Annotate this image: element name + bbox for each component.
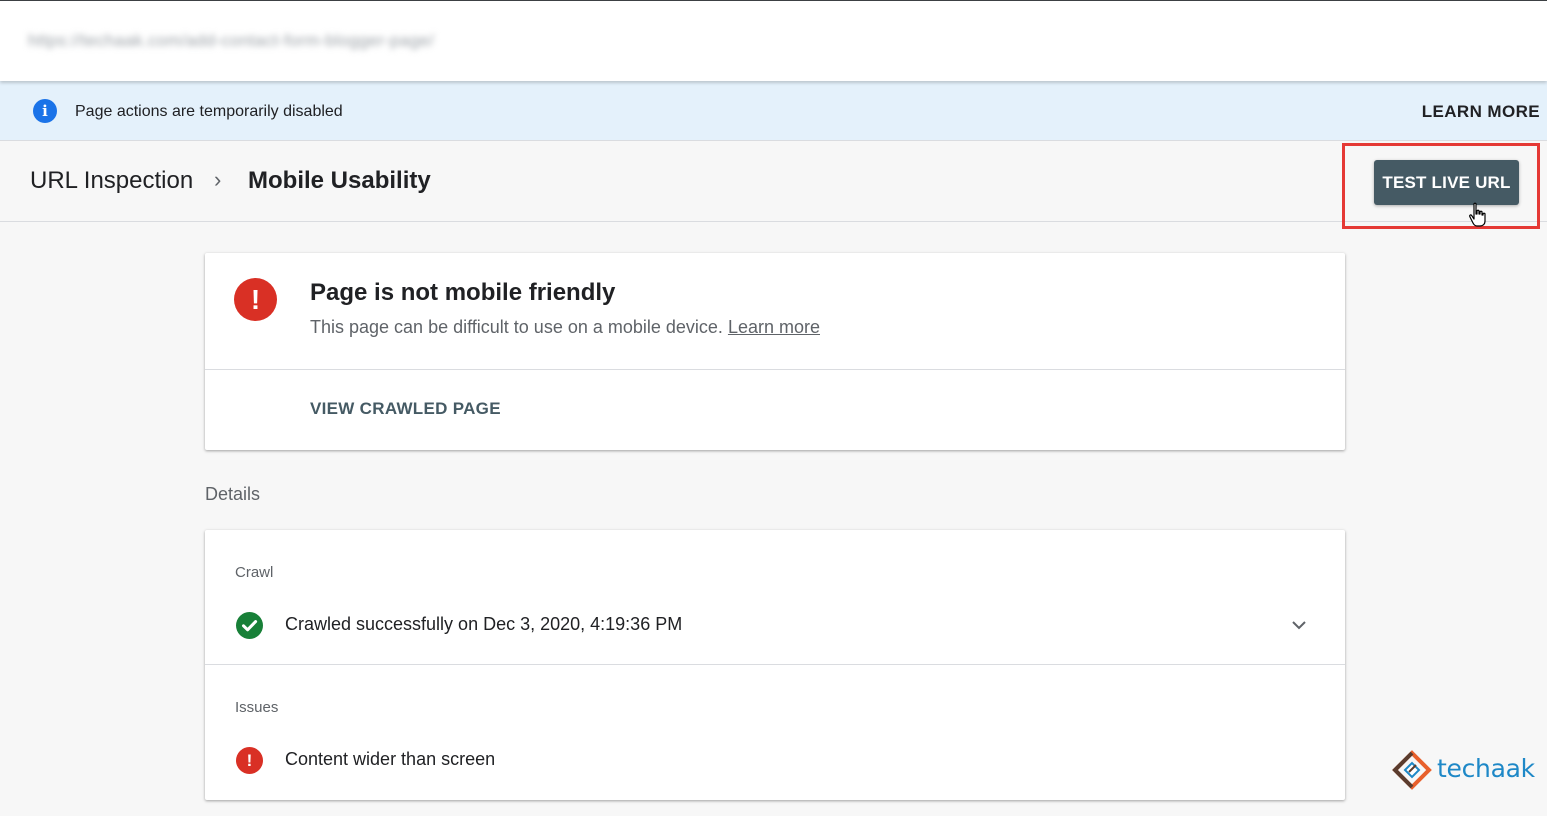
page-title: Mobile Usability — [248, 167, 431, 194]
status-subtitle-text: This page can be difficult to use on a m… — [310, 317, 723, 337]
techaak-logo: techaak — [1392, 748, 1535, 790]
chevron-down-icon[interactable] — [1289, 618, 1309, 632]
info-icon: i — [33, 99, 57, 123]
crawl-status-text: Crawled successfully on Dec 3, 2020, 4:1… — [285, 614, 683, 634]
inspected-url[interactable]: https://techaak.com/add-contact-form-blo… — [28, 31, 434, 51]
issue-item[interactable]: Content wider than screen — [285, 749, 495, 770]
status-title: Page is not mobile friendly — [310, 279, 616, 306]
details-heading: Details — [205, 484, 261, 504]
learn-more-button[interactable]: LEARN MORE — [1422, 102, 1540, 122]
mobile-friendly-status-card: ! Page is not mobile friendly This page … — [205, 253, 1345, 450]
card-divider — [205, 664, 1345, 665]
techaak-logo-mark-icon — [1392, 750, 1432, 790]
error-icon: ! — [236, 747, 263, 774]
hand-cursor-icon — [1469, 202, 1486, 227]
view-crawled-page-button[interactable]: VIEW CRAWLED PAGE — [310, 399, 501, 419]
chevron-right-icon: › — [214, 167, 222, 192]
crawl-label: Crawl — [235, 564, 274, 581]
url-bar[interactable]: https://techaak.com/add-contact-form-blo… — [0, 0, 1547, 81]
techaak-logo-text: techaak — [1437, 754, 1535, 783]
test-live-url-button[interactable]: TEST LIVE URL — [1374, 160, 1519, 205]
details-card: Crawl Crawled successfully on Dec 3, 202… — [205, 530, 1345, 800]
error-icon: ! — [234, 278, 277, 321]
banner-message: Page actions are temporarily disabled — [75, 103, 343, 120]
card-divider — [205, 369, 1345, 370]
check-circle-icon — [236, 612, 263, 639]
learn-more-link[interactable]: Learn more — [728, 317, 820, 337]
issues-label: Issues — [235, 699, 279, 716]
page-header — [0, 142, 1547, 222]
status-subtitle: This page can be difficult to use on a m… — [310, 317, 820, 338]
breadcrumb-url-inspection[interactable]: URL Inspection — [30, 167, 193, 195]
